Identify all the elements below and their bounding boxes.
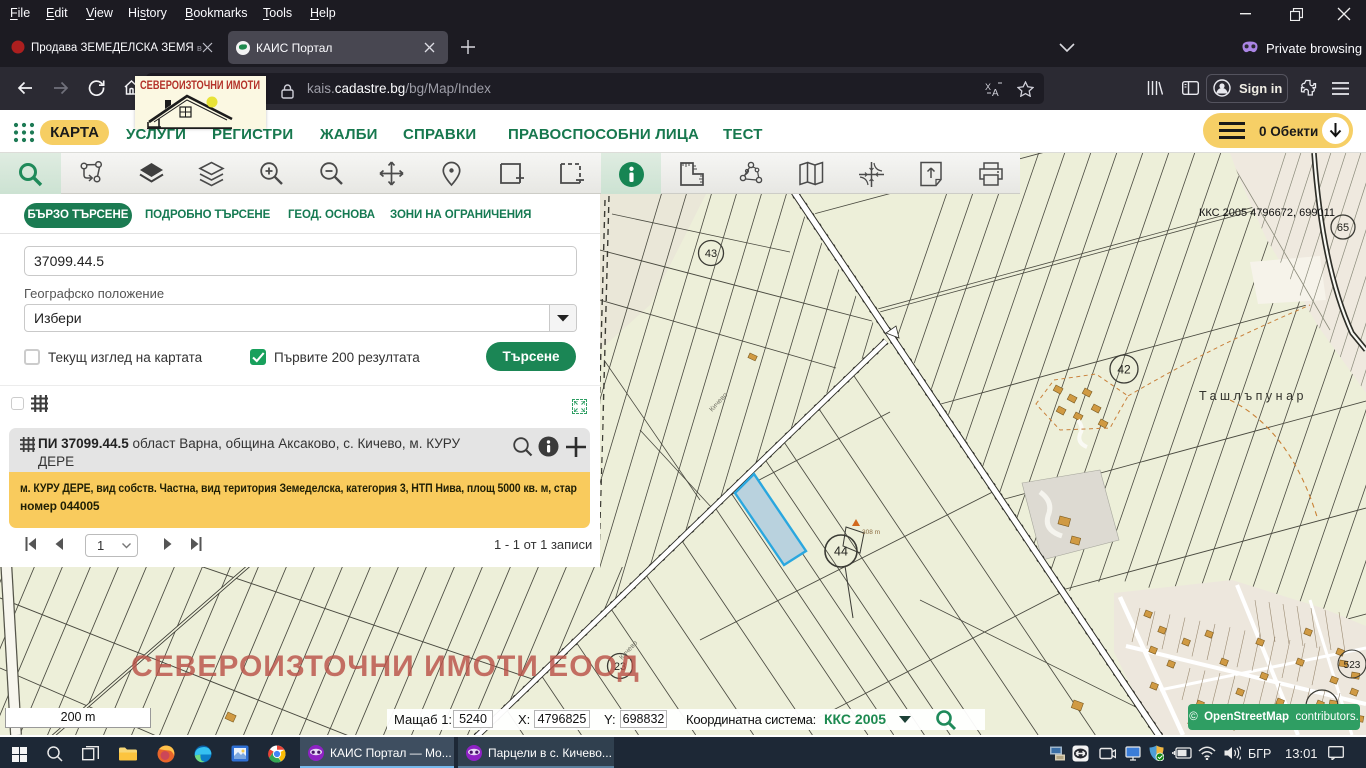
svg-text:44: 44 <box>834 545 848 559</box>
svg-text:СЕВЕРОИЗТОЧНИ ИМОТИ ЕООД: СЕВЕРОИЗТОЧНИ ИМОТИ ЕООД <box>131 650 640 683</box>
svg-text:308 m: 308 m <box>862 529 880 536</box>
svg-text:Ташлъпунар: Ташлъпунар <box>1199 389 1307 403</box>
svg-text:СЕВЕРОИЗТОЧНИ ИМОТИ: СЕВЕРОИЗТОЧНИ ИМОТИ <box>140 80 260 92</box>
svg-text:65: 65 <box>1337 222 1349 234</box>
svg-text:43: 43 <box>705 248 717 260</box>
svg-text:X: X <box>985 82 991 92</box>
svg-text:42: 42 <box>1117 362 1131 376</box>
svg-text:A: A <box>992 88 999 97</box>
svg-text:523: 523 <box>1344 660 1361 671</box>
svg-text:ККС 2005 4796672, 699011: ККС 2005 4796672, 699011 <box>1199 207 1335 219</box>
